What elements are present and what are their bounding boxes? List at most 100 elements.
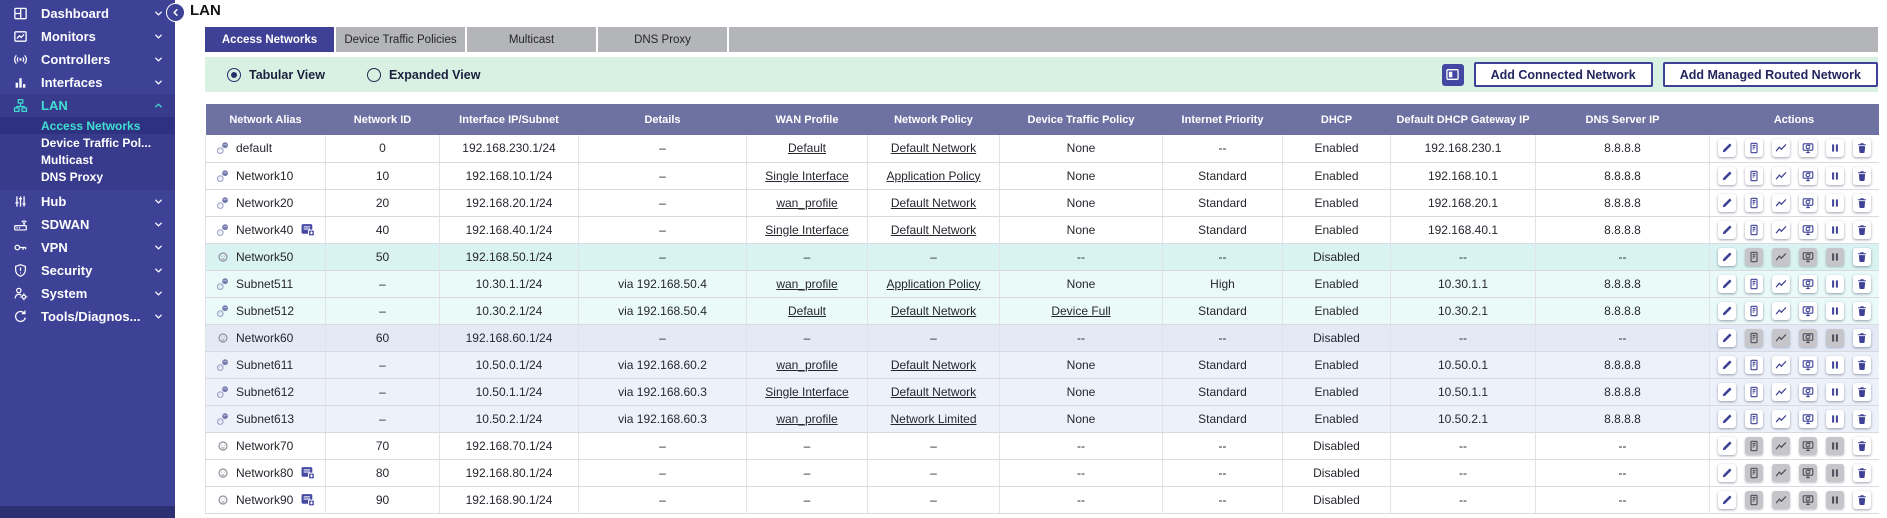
add-connected-network-button[interactable]: Add Connected Network <box>1474 62 1653 87</box>
edit-action-button[interactable] <box>1718 464 1736 482</box>
edit-action-button[interactable] <box>1718 139 1736 157</box>
pause-action-button[interactable] <box>1826 302 1844 320</box>
sidebar-item-vpn[interactable]: VPN <box>0 236 175 259</box>
edit-action-button[interactable] <box>1718 194 1736 212</box>
delete-action-button[interactable] <box>1853 139 1871 157</box>
graph-action-button[interactable] <box>1772 194 1790 212</box>
wan-profile-link[interactable]: Single Interface <box>765 223 848 237</box>
wan-profile-link[interactable]: Single Interface <box>765 385 848 399</box>
clients-action-button[interactable] <box>1799 356 1817 374</box>
network-policy-link[interactable]: Default Network <box>891 196 976 210</box>
graph-action-button[interactable] <box>1772 383 1790 401</box>
sidebar-item-sdwan[interactable]: SDWAN <box>0 213 175 236</box>
delete-action-button[interactable] <box>1853 491 1871 509</box>
network-policy-link[interactable]: Default Network <box>891 223 976 237</box>
details-action-button[interactable] <box>1745 275 1763 293</box>
wan-profile-link[interactable]: wan_profile <box>776 196 837 210</box>
edit-action-button[interactable] <box>1718 167 1736 185</box>
edit-action-button[interactable] <box>1718 410 1736 428</box>
network-policy-link[interactable]: Application Policy <box>886 277 980 291</box>
details-action-button[interactable] <box>1745 302 1763 320</box>
wan-profile-link[interactable]: Default <box>788 304 826 318</box>
delete-action-button[interactable] <box>1853 167 1871 185</box>
network-policy-link[interactable]: Application Policy <box>886 169 980 183</box>
delete-action-button[interactable] <box>1853 410 1871 428</box>
details-action-button[interactable] <box>1745 356 1763 374</box>
pause-action-button[interactable] <box>1826 139 1844 157</box>
column-settings-button[interactable] <box>1442 64 1464 86</box>
delete-action-button[interactable] <box>1853 383 1871 401</box>
sidebar-item-tools-diagnos[interactable]: Tools/Diagnos... <box>0 305 175 328</box>
details-action-button[interactable] <box>1745 410 1763 428</box>
edit-action-button[interactable] <box>1718 248 1736 266</box>
edit-action-button[interactable] <box>1718 275 1736 293</box>
sidebar-subitem-access-networks[interactable]: Access Networks <box>0 117 175 134</box>
delete-action-button[interactable] <box>1853 464 1871 482</box>
clients-action-button[interactable] <box>1799 383 1817 401</box>
network-policy-link[interactable]: Default Network <box>891 141 976 155</box>
wan-profile-link[interactable]: wan_profile <box>776 412 837 426</box>
network-policy-link[interactable]: Default Network <box>891 358 976 372</box>
clients-action-button[interactable] <box>1799 167 1817 185</box>
edit-action-button[interactable] <box>1718 383 1736 401</box>
sidebar-item-dashboard[interactable]: Dashboard <box>0 2 175 25</box>
delete-action-button[interactable] <box>1853 302 1871 320</box>
graph-action-button[interactable] <box>1772 356 1790 374</box>
edit-action-button[interactable] <box>1718 302 1736 320</box>
radio-tabular-view[interactable]: Tabular View <box>227 68 325 82</box>
add-managed-routed-network-button[interactable]: Add Managed Routed Network <box>1663 62 1878 87</box>
clients-action-button[interactable] <box>1799 302 1817 320</box>
wan-profile-link[interactable]: wan_profile <box>776 358 837 372</box>
sidebar-item-hub[interactable]: Hub <box>0 190 175 213</box>
wan-profile-link[interactable]: wan_profile <box>776 277 837 291</box>
sidebar-item-system[interactable]: System <box>0 282 175 305</box>
tab-access-networks[interactable]: Access Networks <box>205 27 336 52</box>
graph-action-button[interactable] <box>1772 302 1790 320</box>
graph-action-button[interactable] <box>1772 139 1790 157</box>
details-action-button[interactable] <box>1745 221 1763 239</box>
pause-action-button[interactable] <box>1826 383 1844 401</box>
pause-action-button[interactable] <box>1826 356 1844 374</box>
pause-action-button[interactable] <box>1826 194 1844 212</box>
details-action-button[interactable] <box>1745 194 1763 212</box>
edit-action-button[interactable] <box>1718 329 1736 347</box>
clients-action-button[interactable] <box>1799 221 1817 239</box>
graph-action-button[interactable] <box>1772 275 1790 293</box>
pause-action-button[interactable] <box>1826 167 1844 185</box>
sidebar-item-lan[interactable]: LAN <box>0 94 175 117</box>
sidebar-subitem-device-traffic-pol[interactable]: Device Traffic Pol... <box>0 134 175 151</box>
delete-action-button[interactable] <box>1853 194 1871 212</box>
delete-action-button[interactable] <box>1853 248 1871 266</box>
clients-action-button[interactable] <box>1799 139 1817 157</box>
delete-action-button[interactable] <box>1853 437 1871 455</box>
delete-action-button[interactable] <box>1853 356 1871 374</box>
sidebar-subitem-dns-proxy[interactable]: DNS Proxy <box>0 168 175 185</box>
edit-action-button[interactable] <box>1718 221 1736 239</box>
details-action-button[interactable] <box>1745 167 1763 185</box>
tab-device-traffic-policies[interactable]: Device Traffic Policies <box>336 27 467 52</box>
clients-action-button[interactable] <box>1799 194 1817 212</box>
sidebar-item-monitors[interactable]: Monitors <box>0 25 175 48</box>
network-policy-link[interactable]: Network Limited <box>890 412 976 426</box>
graph-action-button[interactable] <box>1772 221 1790 239</box>
network-policy-link[interactable]: Default Network <box>891 304 976 318</box>
tab-dns-proxy[interactable]: DNS Proxy <box>598 27 729 52</box>
details-action-button[interactable] <box>1745 139 1763 157</box>
graph-action-button[interactable] <box>1772 167 1790 185</box>
wan-profile-link[interactable]: Single Interface <box>765 169 848 183</box>
delete-action-button[interactable] <box>1853 275 1871 293</box>
graph-action-button[interactable] <box>1772 410 1790 428</box>
tab-multicast[interactable]: Multicast <box>467 27 598 52</box>
sidebar-subitem-multicast[interactable]: Multicast <box>0 151 175 168</box>
edit-action-button[interactable] <box>1718 437 1736 455</box>
pause-action-button[interactable] <box>1826 410 1844 428</box>
wan-profile-link[interactable]: Default <box>788 141 826 155</box>
clients-action-button[interactable] <box>1799 410 1817 428</box>
sidebar-item-security[interactable]: Security <box>0 259 175 282</box>
sidebar-collapse-button[interactable] <box>166 3 185 22</box>
edit-action-button[interactable] <box>1718 491 1736 509</box>
sidebar-item-interfaces[interactable]: Interfaces <box>0 71 175 94</box>
delete-action-button[interactable] <box>1853 221 1871 239</box>
details-action-button[interactable] <box>1745 383 1763 401</box>
pause-action-button[interactable] <box>1826 275 1844 293</box>
